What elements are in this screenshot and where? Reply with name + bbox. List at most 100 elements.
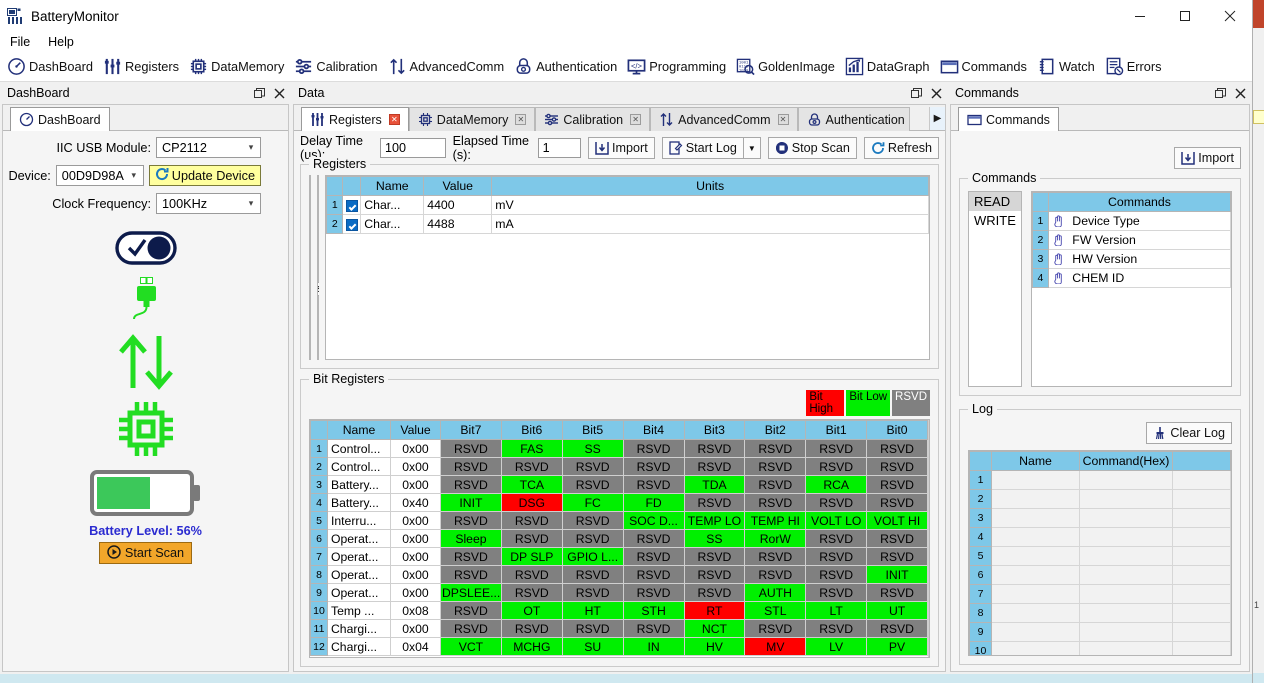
tab-registers[interactable]: Registers ✕	[301, 107, 409, 131]
table-row[interactable]: 11Chargi...0x00RSVDRSVDRSVDRSVDNCTRSVDRS…	[311, 620, 928, 638]
ribbon-item-calibration[interactable]: Calibration	[291, 54, 384, 80]
stop-scan-button[interactable]: Stop Scan	[768, 137, 857, 159]
table-row[interactable]: 3Battery...0x00RSVDTCARSVDRSVDTDARSVDRCA…	[311, 476, 928, 494]
table-row[interactable]: 9Operat...0x00DPSLEE...RSVDRSVDRSVDRSVDA…	[311, 584, 928, 602]
table-row[interactable]: 7Curr...0mA	[311, 310, 312, 329]
tab-close-icon[interactable]: ✕	[778, 114, 789, 125]
table-row[interactable]: 2 FW Version	[1032, 231, 1230, 250]
ribbon-item-authentication[interactable]: Authentication	[511, 54, 624, 80]
table-row[interactable]: 10Temp ...0x08RSVDOTHTSTHRTSTLLTUT	[311, 602, 928, 620]
menu-item-help[interactable]: Help	[46, 34, 76, 50]
table-row[interactable]: 5Volta...3798mV	[311, 272, 312, 291]
ribbon-item-errors[interactable]: Errors	[1102, 54, 1169, 80]
commands-float-button[interactable]	[1210, 84, 1230, 102]
table-row[interactable]: 3AtRa...0s	[311, 234, 312, 253]
table-row[interactable]: 8Operat...0x00RSVDRSVDRSVDRSVDRSVDRSVDRS…	[311, 566, 928, 584]
dashboard-float-button[interactable]	[249, 84, 269, 102]
table-row[interactable]: 2Control...0x00RSVDRSVDRSVDRSVDRSVDRSVDR…	[311, 458, 928, 476]
table-row[interactable]: 4Tem...25.3K	[311, 253, 312, 272]
commands-import-button[interactable]: Import	[1174, 147, 1241, 169]
start-scan-button[interactable]: Start Scan	[99, 542, 192, 564]
table-row[interactable]: 6Operat...0x00SleepRSVDRSVDRSVDSSRorWRSV…	[311, 530, 928, 548]
log-grid[interactable]: Name Command(Hex) 12345678910	[968, 450, 1232, 656]
ribbon-item-goldenimage[interactable]: 100101101010 GoldenImage	[733, 54, 842, 80]
table-row[interactable]: 10	[970, 642, 1231, 657]
ribbon-item-datamemory[interactable]: DataMemory	[186, 54, 291, 80]
update-device-button[interactable]: Update Device	[149, 165, 261, 186]
start-log-button[interactable]: Start Log	[662, 137, 744, 159]
table-row[interactable]: 12Chargi...0x04VCTMCHGSUINHVMVLVPV	[311, 638, 928, 656]
tab-dashboard[interactable]: DashBoard	[10, 107, 110, 131]
refresh-button[interactable]: Refresh	[864, 137, 939, 159]
table-row[interactable]: 9RSO...5620.10%	[319, 348, 320, 361]
cell-command[interactable]: HW Version	[1048, 250, 1230, 269]
minimize-button[interactable]	[1117, 0, 1162, 32]
table-row[interactable]: 7	[970, 585, 1231, 604]
tab-datamemory[interactable]: DataMemory ✕	[409, 107, 536, 131]
device-select[interactable]: 00D9D98A ▾	[56, 165, 144, 186]
list-item-write[interactable]: WRITE	[969, 211, 1021, 230]
table-row[interactable]: 3 HW Version	[1032, 250, 1230, 269]
cell-command[interactable]: FW Version	[1048, 231, 1230, 250]
dashboard-close-button[interactable]	[269, 84, 289, 102]
table-row[interactable]: 8IntTe...26.1K	[311, 329, 312, 348]
ribbon-item-registers[interactable]: Registers	[100, 54, 186, 80]
table-row[interactable]: 2FCC4983mAh	[319, 215, 320, 234]
table-row[interactable]: 7Operat...0x00RSVDDP SLPGPIO L...RSVDRSV…	[311, 548, 928, 566]
maximize-button[interactable]	[1162, 0, 1207, 32]
list-item-read[interactable]: READ	[969, 192, 1021, 211]
start-log-dropdown-button[interactable]: ▼	[744, 137, 761, 159]
import-button[interactable]: Import	[588, 137, 655, 159]
table-row[interactable]: 4 CHEM ID	[1032, 269, 1230, 288]
ribbon-item-commands[interactable]: Commands	[937, 54, 1034, 80]
elapsed-time-input[interactable]: 1	[538, 138, 581, 158]
table-row[interactable]: 2AtRate0-	[311, 215, 312, 234]
table-row[interactable]: 5	[970, 547, 1231, 566]
data-close-button[interactable]	[926, 84, 946, 102]
table-row[interactable]: 6Aver...0mW	[319, 291, 320, 310]
table-row[interactable]: 3Aver...0mA	[319, 234, 320, 253]
delay-time-input[interactable]: 100	[380, 138, 446, 158]
ribbon-item-advancedcomm[interactable]: AdvancedComm	[385, 54, 512, 80]
ribbon-item-dashboard[interactable]: DashBoard	[4, 54, 100, 80]
table-row[interactable]: 6	[970, 566, 1231, 585]
clock-frequency-select[interactable]: 100KHz ▾	[156, 193, 261, 214]
table-row[interactable]: 4	[970, 528, 1231, 547]
commands-grid[interactable]: Commands 1 Device Type2 FW Version3 HW V…	[1031, 191, 1232, 387]
cell-command[interactable]: Device Type	[1048, 212, 1230, 231]
tab-authentication[interactable]: Authentication	[798, 107, 910, 131]
table-row[interactable]: 2	[970, 490, 1231, 509]
row-checkbox[interactable]	[343, 196, 361, 215]
tab-close-icon[interactable]: ✕	[630, 114, 641, 125]
table-row[interactable]: 4Battery...0x40INITDSGFCFDRSVDRSVDRSVDRS…	[311, 494, 928, 512]
background-window[interactable]: 1	[1252, 0, 1264, 683]
table-row[interactable]: 8	[970, 604, 1231, 623]
table-row[interactable]: 1 Device Type	[1032, 212, 1230, 231]
clear-log-button[interactable]: Clear Log	[1146, 422, 1232, 444]
bit-registers-vertical-scrollbar[interactable]	[928, 420, 929, 657]
ribbon-item-watch[interactable]: Watch	[1034, 54, 1102, 80]
ribbon-item-programming[interactable]: </> Programming	[624, 54, 733, 80]
table-row[interactable]: 9	[970, 623, 1231, 642]
data-float-button[interactable]	[906, 84, 926, 102]
cell-command[interactable]: CHEM ID	[1048, 269, 1230, 288]
table-row[interactable]: 7Cycl...0-	[319, 310, 320, 329]
row-checkbox[interactable]	[343, 215, 361, 234]
table-row[interactable]: 1Char...4400mV	[327, 196, 929, 215]
registers-grid-1[interactable]: Name Value Units 1CTRL...0x0000-2AtRate0…	[309, 175, 311, 360]
tab-scroll-right-button[interactable]: ▶	[929, 107, 945, 130]
ribbon-item-datagraph[interactable]: DataGraph	[842, 54, 937, 80]
table-row[interactable]: 6Batte...64-	[311, 291, 312, 310]
table-row[interactable]: 1	[970, 471, 1231, 490]
commands-close-button[interactable]	[1230, 84, 1250, 102]
tab-commands[interactable]: Commands	[958, 107, 1059, 131]
registers-grid-3[interactable]: Name Value Units 1Char...4400mV2Char...4…	[325, 175, 930, 360]
close-button[interactable]	[1207, 0, 1252, 32]
table-row[interactable]: 1RC2803mAh	[319, 196, 320, 215]
registers-grid-2[interactable]: Name Value Units 1RC2803mAh2FCC4983mAh3A…	[317, 175, 319, 360]
menu-item-file[interactable]: File	[8, 34, 32, 50]
command-mode-list[interactable]: READ WRITE	[968, 191, 1022, 387]
table-row[interactable]: 8RSO...561%	[319, 329, 320, 348]
tab-calibration[interactable]: Calibration ✕	[535, 107, 650, 131]
table-row[interactable]: 2Char...4488mA	[327, 215, 929, 234]
